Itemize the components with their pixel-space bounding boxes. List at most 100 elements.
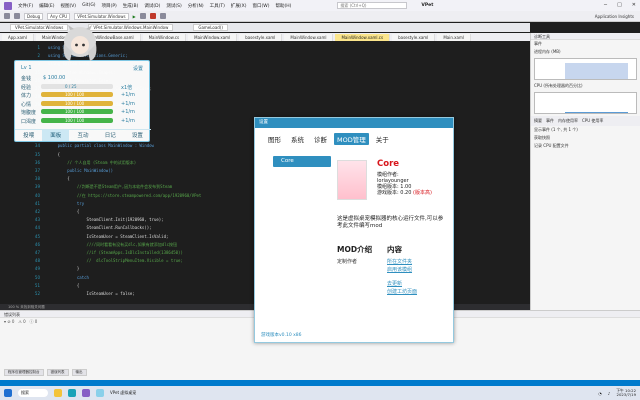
stat-name: 饱腹度 (21, 110, 37, 116)
tab-events[interactable]: 事件 (546, 118, 554, 124)
tab-error-list[interactable]: 错误列表 (46, 369, 69, 376)
code-line[interactable]: SteamClient.Init(1920960, true); (48, 217, 164, 222)
edge-icon[interactable] (68, 389, 76, 397)
pet-tab[interactable]: 设置 (124, 130, 151, 141)
taskbar-search[interactable]: 搜索 (18, 389, 48, 397)
run-icon[interactable]: ▶ (133, 14, 136, 19)
settings-tab[interactable]: 诊断 (311, 133, 330, 145)
code-line[interactable]: //判断是不是Steam用户,因为本软件会发布到Steam (48, 184, 172, 190)
visual-studio-taskbar-icon[interactable] (82, 389, 90, 397)
clock[interactable]: 下午 10:22 2023/7/19 (616, 388, 636, 398)
doc-tab[interactable]: Main.xaml (437, 33, 471, 41)
open-folder-link[interactable]: 所在文件夹 (387, 258, 412, 265)
back-icon[interactable] (4, 13, 10, 19)
app-insights-button[interactable]: Application Insights (595, 14, 640, 19)
menu-build[interactable]: 生成(B) (123, 3, 139, 9)
mod-list-item[interactable]: Core (273, 156, 331, 167)
close-icon[interactable]: ✕ (632, 2, 636, 8)
menu-file[interactable]: 文件(F) (18, 3, 33, 9)
code-line[interactable]: public partial class MainWindow : Window (48, 143, 154, 148)
maximize-icon[interactable]: □ (617, 2, 622, 8)
event-summary[interactable]: 显示事件 (1 个, 共 1 个) (531, 126, 640, 134)
line-number: 51 (34, 282, 40, 288)
settings-tab[interactable]: 系统 (288, 133, 307, 145)
menu-window[interactable]: 窗口(W) (253, 3, 270, 9)
mod-description: 这是虚拟桌宠模拟器的核心运行文件,可以参考此文件编写mod (337, 216, 444, 229)
stop-icon[interactable] (149, 13, 156, 19)
pet-tab[interactable]: 投喂 (15, 130, 42, 141)
start-icon[interactable] (4, 389, 12, 397)
stat-name: 体力 (21, 93, 32, 99)
tab-output[interactable]: 输出 (71, 369, 87, 376)
code-line[interactable]: { (48, 209, 79, 214)
code-line[interactable]: IsSteamUser = SteamClient.IsValid; (48, 234, 169, 239)
menu-tools[interactable]: 工具(T) (210, 3, 225, 9)
settings-tab[interactable]: MOD管理 (334, 133, 369, 145)
menu-edit[interactable]: 编辑(E) (39, 3, 54, 9)
wifi-icon[interactable]: ◔ (598, 391, 602, 396)
pet-tab[interactable]: 日记 (97, 130, 124, 141)
doc-tab[interactable]: App.xaml (2, 33, 34, 41)
startup-project-select[interactable]: VPet.Simulator.Windows (74, 12, 129, 20)
doc-tab[interactable]: basestyle.xaml (392, 33, 436, 41)
code-line[interactable]: { (48, 283, 79, 288)
menu-extensions[interactable]: 扩展(X) (231, 3, 247, 9)
pause-icon[interactable] (139, 13, 146, 19)
code-line[interactable]: { (48, 152, 60, 157)
forward-icon[interactable] (14, 13, 20, 19)
tab-cpu[interactable]: CPU 使用率 (582, 118, 603, 124)
menu-help[interactable]: 帮助(H) (276, 3, 292, 9)
code-line[interactable]: // 个人自用 (Steam 中的试用版本) (48, 160, 136, 166)
config-select[interactable]: Debug (24, 12, 44, 20)
restart-icon[interactable] (159, 13, 166, 19)
code-line[interactable]: SteamClient.RunCallbacks(); (48, 225, 152, 230)
doc-tab[interactable]: basestyle.xaml (239, 33, 283, 41)
pet-character[interactable] (56, 24, 104, 62)
code-line[interactable]: catch (48, 275, 89, 280)
record-cpu-button[interactable]: 记录 CPU 配置文件 (531, 142, 640, 150)
code-line[interactable]: IsSteamUser = false; (48, 291, 135, 296)
tab-package-console[interactable]: 程序包管理器控制台 (4, 369, 44, 376)
volume-icon[interactable]: ♪ (608, 391, 611, 396)
vs-search-input[interactable]: 搜索 (Ctrl+Q) (337, 2, 408, 9)
mod-list: Core (273, 156, 331, 266)
doc-tab-active[interactable]: MainWindow.xaml.cs (335, 33, 391, 41)
menu-view[interactable]: 视图(V) (60, 3, 76, 9)
code-line[interactable]: //if (SteamApps.IsDlcInstalled(1386450)) (48, 250, 183, 255)
settings-tab[interactable]: 关于 (373, 133, 392, 145)
tab-summary[interactable]: 摘要 (534, 118, 542, 124)
stat-row: 心情 100 / 100 +1/m (21, 100, 149, 108)
platform-select[interactable]: Any CPU (47, 12, 71, 20)
code-line[interactable]: // dlcToolStripMenuItem.Visible = true; (48, 258, 183, 263)
create-workshop-link[interactable]: 创建工坊页面 (387, 288, 417, 295)
dialog-title: 设置 (255, 118, 453, 128)
minimize-icon[interactable]: ─ (604, 2, 607, 8)
pet-settings-link[interactable]: 设置 (133, 65, 143, 72)
pet-tab[interactable]: 面板 (42, 130, 70, 141)
vpet-taskbar-icon[interactable] (96, 389, 104, 397)
vpet-taskbar-label[interactable]: VPet 虚拟桌宠 (110, 390, 136, 396)
code-line[interactable]: public MainWindow() (48, 168, 113, 173)
menu-debug[interactable]: 调试(D) (144, 3, 160, 9)
code-line[interactable]: try (48, 201, 84, 206)
file-explorer-icon[interactable] (54, 389, 62, 397)
doc-tab[interactable]: MainWindow.cs (142, 33, 187, 41)
doc-tab[interactable]: MainWindow.xaml (284, 33, 334, 41)
menu-git[interactable]: Git(G) (82, 3, 96, 8)
stat-row: 饱腹度 100 / 100 +1/m (21, 109, 149, 116)
enable-mod-link[interactable]: 启用该模组 (387, 266, 412, 273)
menu-project[interactable]: 项目(P) (102, 3, 117, 9)
member-dropdown[interactable]: GameLoad() (193, 24, 228, 31)
code-line[interactable]: ////同时看看有没有买dlc,如果有就添加dlc按钮 (48, 242, 178, 248)
menu-analyze[interactable]: 分析(N) (188, 3, 204, 9)
code-line[interactable]: //在 https://store.steampowered.com/app/1… (48, 193, 201, 199)
take-snapshot-button[interactable]: 获取快照 (531, 134, 640, 142)
update-link[interactable]: 去更新 (387, 280, 402, 287)
settings-tab[interactable]: 图形 (265, 133, 284, 145)
menu-test[interactable]: 测试(S) (166, 3, 181, 9)
pet-tab[interactable]: 互动 (69, 130, 96, 141)
code-line[interactable]: { (48, 176, 69, 181)
doc-tab[interactable]: MainWindow.xaml (188, 33, 238, 41)
tab-memory[interactable]: 内存使用率 (558, 118, 578, 124)
code-line[interactable]: } (48, 266, 79, 271)
